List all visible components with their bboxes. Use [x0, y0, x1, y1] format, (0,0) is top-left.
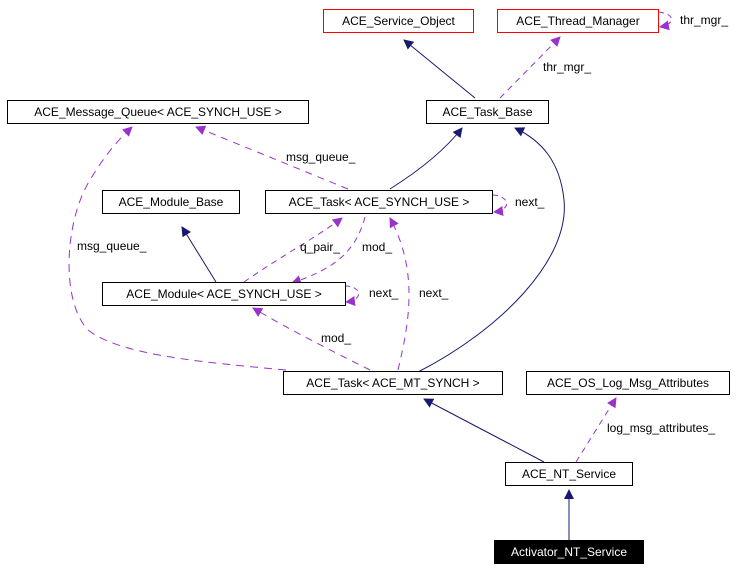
edge-task-mt-to-module: [252, 307, 371, 371]
edge-module-self: [344, 285, 360, 306]
edge-label-log-msg-attributes: log_msg_attributes_: [607, 421, 716, 435]
edge-label-mod-top: mod_: [362, 240, 393, 254]
node-activator-nt-service: Activator_NT_Service: [494, 540, 644, 564]
edge-label-thr-mgr-self: thr_mgr_: [680, 13, 729, 27]
node-ace-service-object[interactable]: ACE_Service_Object: [323, 9, 474, 33]
node-ace-thread-manager[interactable]: ACE_Thread_Manager: [497, 9, 659, 33]
node-ace-message-queue[interactable]: ACE_Message_Queue< ACE_SYNCH_USE >: [7, 100, 309, 124]
edge-label-next-mt: next_: [419, 286, 449, 300]
edge-thread-manager-self: [658, 11, 672, 31]
edge-task-base-to-service-object: [403, 39, 476, 99]
edge-nt-service-to-task-mt-synch: [423, 398, 545, 463]
edge-label-thr-mgr: thr_mgr_: [543, 60, 592, 74]
node-ace-task-synch-use[interactable]: ACE_Task< ACE_SYNCH_USE >: [265, 190, 493, 214]
node-ace-task-base[interactable]: ACE_Task_Base: [426, 100, 549, 124]
node-ace-nt-service[interactable]: ACE_NT_Service: [505, 462, 633, 486]
edge-module-synch-use-to-module-base: [181, 226, 217, 283]
edge-label-q-pair: q_pair_: [300, 240, 341, 254]
edge-label-msg-queue-left: msg_queue_: [77, 239, 147, 253]
edge-task-synch-use-self: [492, 194, 508, 216]
node-ace-task-mt-synch[interactable]: ACE_Task< ACE_MT_SYNCH >: [283, 371, 503, 395]
node-ace-module-synch-use[interactable]: ACE_Module< ACE_SYNCH_USE >: [102, 282, 346, 306]
edge-task-synch-use-to-task-base: [389, 127, 463, 190]
edge-task-mt-synch-to-task-base: [417, 127, 565, 373]
edge-label-msg-queue-top: msg_queue_: [286, 150, 356, 164]
edge-label-mod-bottom: mod_: [321, 331, 352, 345]
edge-label-next-module-self: next_: [369, 286, 399, 300]
edge-label-next-task-self: next_: [515, 195, 545, 209]
node-ace-os-log-msg-attributes[interactable]: ACE_OS_Log_Msg_Attributes: [526, 371, 730, 395]
node-ace-module-base[interactable]: ACE_Module_Base: [102, 190, 240, 214]
